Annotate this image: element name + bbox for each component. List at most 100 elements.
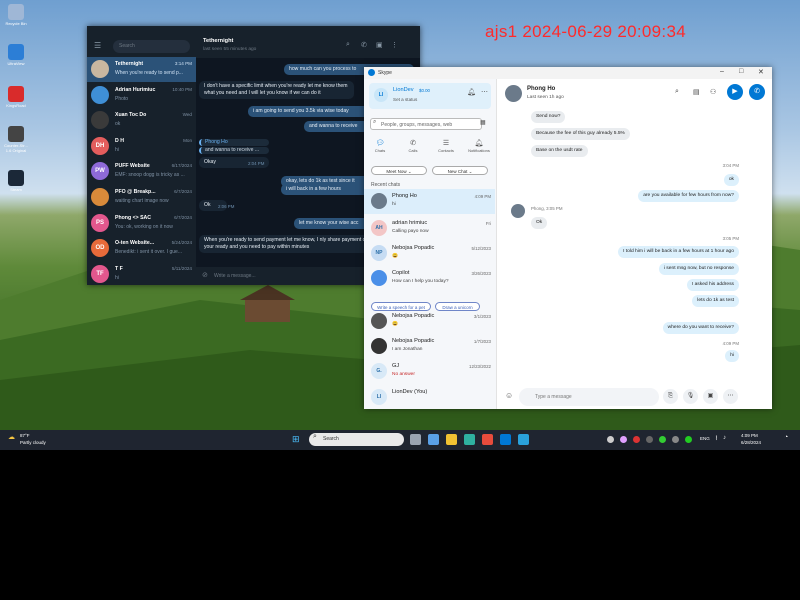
avatar[interactable]: PW [91,162,109,181]
attach-icon[interactable]: ⊘ [202,271,208,279]
more-icon[interactable]: ⋮ [391,41,398,49]
avatar[interactable]: LI [374,88,388,102]
telegram-search-input[interactable]: Search [113,40,190,53]
phone-icon[interactable]: ✆ [361,41,367,49]
new-chat-button[interactable]: New Chat ⌄ [432,166,488,175]
avatar[interactable]: NP [371,245,387,261]
attach-file-icon[interactable]: ⎘ [663,389,678,404]
avatar[interactable] [91,60,109,78]
sidebar-icon[interactable]: ▣ [376,41,383,49]
meet-now-button[interactable]: Meet Now ⌄ [371,166,427,175]
camera-icon[interactable]: ▣ [703,389,718,404]
list-item[interactable]: DH D H Mon hi [87,134,196,159]
credit-balance[interactable]: $0.00 [419,88,430,93]
video-call-button[interactable]: ▶ [727,84,743,100]
dialpad-icon[interactable]: ▦ [480,119,486,126]
chrome-icon[interactable] [482,434,493,445]
list-item[interactable]: Copilot 3/26/2023 How can I help you today… [364,266,495,291]
bell-icon[interactable]: 🔔︎ [467,88,476,96]
widgets-icon[interactable] [428,434,439,445]
desktop-icon[interactable]: KingsRoad [4,86,28,108]
copilot-prompt-button[interactable]: Draw a unicorn [435,302,480,311]
avatar[interactable]: TF [91,264,109,283]
emoji-icon[interactable]: ☺ [505,391,513,400]
telegram-chat-title[interactable]: Tethernight [203,38,233,44]
avatar[interactable] [371,338,387,354]
taskbar-search-box[interactable]: Search [309,433,404,446]
pen-icon[interactable] [620,436,627,443]
avatar[interactable]: DH [91,136,109,155]
file-explorer-icon[interactable] [446,434,457,445]
list-item[interactable]: PW PUFF Website 6/17/2024 EMF: snoop dogg i… [87,159,196,184]
avatar[interactable] [505,85,522,102]
clock-time[interactable]: 4:09 PM [741,433,758,438]
list-item[interactable]: PS Phong <> SAC 6/7/2024 You: ok, working o… [87,211,196,236]
list-item[interactable]: Phong Ho 4:09 PM hi [364,189,495,214]
audio-call-button[interactable]: ✆ [749,84,765,100]
list-item[interactable]: Nebojsa Popadic 3/1/2023 😀 [364,309,495,334]
skype-profile-card[interactable]: LI LionDev $0.00 Set a status 🔔︎ ⋯ [369,83,491,109]
nav-tab-notifications[interactable]: 🔔︎ Notifications [468,139,490,153]
desktop-icon-label[interactable]: Recycle Bin [4,21,28,26]
volume-icon[interactable]: ♪ [723,435,726,441]
search-icon[interactable]: ⌕ [346,41,350,49]
app-icon[interactable] [8,170,24,186]
avatar[interactable]: OD [91,239,109,258]
minimize-button[interactable]: – [720,68,724,75]
avatar[interactable]: PS [91,213,109,232]
windows-start-icon[interactable]: ⊞ [292,434,300,445]
list-item[interactable]: Tethernight 3:14 PM When you're ready to s… [87,57,196,82]
list-item[interactable]: Adrian Hurimiuc 10:40 PM Photo [87,83,196,108]
menu-icon[interactable]: ☰ [94,41,103,50]
nav-tab-contacts[interactable]: ☰ Contacts [435,139,457,153]
add-people-icon[interactable]: ⚇ [710,88,716,96]
list-item[interactable]: G. GJ 12/23/2022 No answer [364,359,495,384]
skype-icon[interactable] [500,434,511,445]
app-tray-icon[interactable] [672,436,679,443]
chevron-up-icon[interactable] [607,436,614,443]
app-icon[interactable] [8,126,24,142]
list-item[interactable]: LI LionDev (You) [364,385,495,410]
weather-temp[interactable]: 87°F [20,433,30,438]
edge-icon[interactable] [464,434,475,445]
status-text[interactable]: Set a status [393,97,417,102]
copilot-prompt-button[interactable]: Write a speech for a pet [371,302,431,311]
desktop-icon-label[interactable]: UltraView [4,61,28,66]
list-item[interactable]: Nebojsa Popadic 1/7/2023 I am Jonathan [364,334,495,359]
avatar[interactable] [511,204,525,218]
language-indicator[interactable]: ENG [700,436,710,441]
desktop-icon[interactable]: Steam [4,170,28,192]
skype-window[interactable]: Skype – □ ✕ LI LionDev $0.00 Set a statu… [364,67,772,409]
telegram-icon[interactable] [518,434,529,445]
avatar[interactable] [371,270,387,286]
desktop-icon-label[interactable]: Steam [4,187,28,192]
list-item[interactable]: PFO @ Breakp... 6/7/2024 waiting chart ima… [87,185,196,210]
list-item[interactable]: TF T F 5/11/2024 hi [87,262,196,287]
microphone-icon[interactable]: 🎙︎ [683,389,698,404]
maximize-button[interactable]: □ [739,68,743,75]
app-icon[interactable] [8,4,24,20]
clock-date[interactable]: 6/28/2024 [741,440,761,445]
app-tray-icon[interactable] [659,436,666,443]
avatar[interactable] [91,188,109,206]
weather-icon[interactable]: ☁ [8,433,15,441]
list-item[interactable]: AH adrian hrimiuc Fri Calling payo now [364,216,495,241]
avatar[interactable]: G. [371,363,387,379]
weather-desc[interactable]: Partly cloudy [20,440,46,445]
app-icon[interactable] [8,86,24,102]
skype-message-input[interactable]: Type a message [519,388,659,406]
avatar[interactable] [91,85,109,104]
app-icon[interactable] [8,44,24,60]
nav-tab-chats[interactable]: 💬︎ Chats [369,139,391,153]
avatar[interactable]: LI [371,389,387,405]
app-tray-icon[interactable] [646,436,653,443]
close-button[interactable]: ✕ [758,68,764,76]
avatar[interactable] [91,111,109,130]
desktop-icon[interactable]: Counter-Str... 1.6 Original [4,126,28,153]
desktop-icon[interactable]: Recycle Bin [4,4,28,26]
nav-tab-calls[interactable]: ✆ Calls [402,139,424,153]
more-icon[interactable]: ⋯ [481,88,488,96]
list-item[interactable]: OD O-ten Website... 5/24/2024 Benedikt: i s… [87,236,196,261]
app-tray-icon[interactable] [685,436,692,443]
avatar[interactable] [371,313,387,329]
